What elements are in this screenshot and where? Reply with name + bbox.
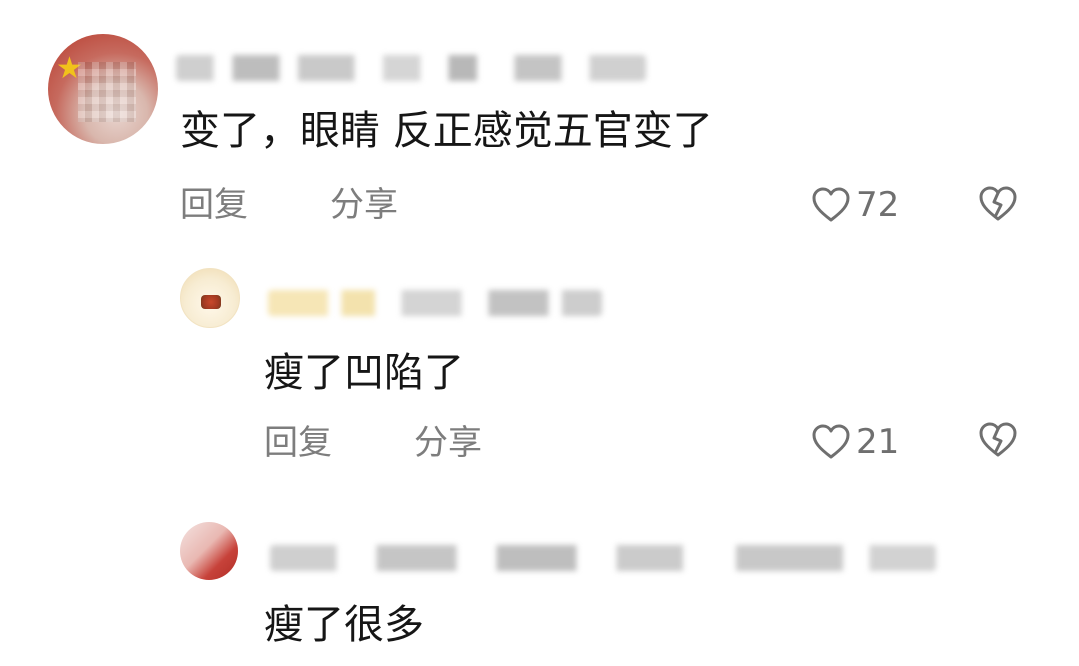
like-count: 72 <box>856 185 900 225</box>
share-button[interactable]: 分享 <box>330 184 398 226</box>
dislike-button[interactable] <box>978 186 1018 222</box>
like-button[interactable]: 21 <box>812 421 899 463</box>
heart-icon <box>812 424 850 459</box>
blurred-username[interactable] <box>268 290 602 316</box>
commenter-avatar[interactable]: ★ <box>48 34 158 144</box>
food-icon <box>201 295 221 309</box>
blurred-username[interactable] <box>176 55 646 81</box>
like-button[interactable]: 72 <box>812 184 899 226</box>
comment-text: 瘦了凹陷了 <box>264 350 464 396</box>
like-count: 21 <box>856 422 900 462</box>
broken-heart-icon <box>979 422 1017 457</box>
dislike-button[interactable] <box>978 422 1018 458</box>
reply-avatar[interactable] <box>180 268 240 328</box>
heart-icon <box>812 187 850 222</box>
broken-heart-icon <box>979 186 1017 221</box>
pixelated-face <box>78 62 136 122</box>
comment-text: 瘦了很多 <box>264 602 424 648</box>
reply-avatar[interactable] <box>180 522 238 580</box>
blurred-username[interactable] <box>270 545 936 571</box>
reply-button[interactable]: 回复 <box>264 422 332 464</box>
comment-text: 变了，眼睛 反正感觉五官变了 <box>180 108 713 154</box>
share-button[interactable]: 分享 <box>414 422 482 464</box>
reply-button[interactable]: 回复 <box>180 184 248 226</box>
